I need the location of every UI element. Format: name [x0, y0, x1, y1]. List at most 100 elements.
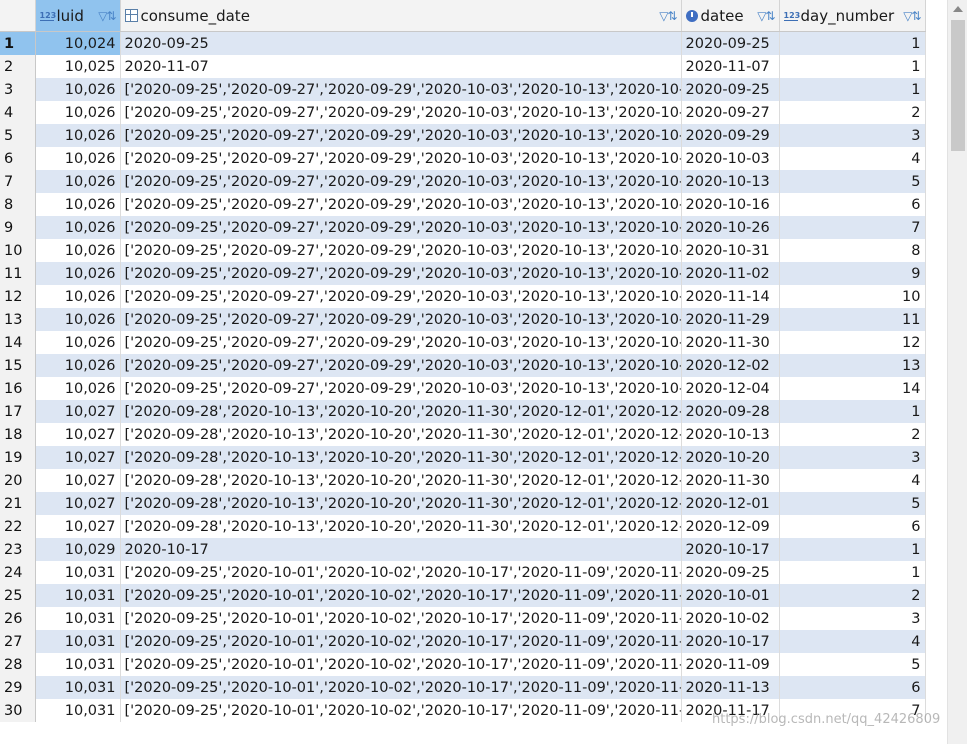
row-number[interactable]: 27 [0, 630, 36, 653]
cell-day-number[interactable]: 2 [779, 101, 926, 124]
row-number[interactable]: 5 [0, 124, 36, 147]
cell-datee[interactable]: 2020-11-14 [681, 285, 780, 308]
sort-filter-icon[interactable]: ▽⇅ [757, 9, 775, 23]
sort-filter-icon[interactable]: ▽⇅ [98, 9, 116, 23]
cell-day-number[interactable]: 6 [779, 193, 926, 216]
cell-consume-date[interactable]: 2020-10-17 [120, 538, 682, 561]
cell-datee[interactable]: 2020-10-16 [681, 193, 780, 216]
table-row[interactable]: 21 10,027 ['2020-09-28','2020-10-13','2020… [0, 492, 926, 515]
cell-consume-date[interactable]: ['2020-09-25','2020-09-27','2020-09-29',… [120, 262, 682, 285]
cell-consume-date[interactable]: ['2020-09-25','2020-09-27','2020-09-29',… [120, 193, 682, 216]
cell-luid[interactable]: 10,029 [35, 538, 121, 561]
cell-day-number[interactable]: 4 [779, 630, 926, 653]
cell-luid[interactable]: 10,026 [35, 216, 121, 239]
cell-datee[interactable]: 2020-12-02 [681, 354, 780, 377]
cell-datee[interactable]: 2020-10-17 [681, 630, 780, 653]
table-row[interactable]: 2 10,025 2020-11-07 2020-11-07 1 [0, 55, 926, 78]
cell-day-number[interactable]: 6 [779, 676, 926, 699]
cell-luid[interactable]: 10,026 [35, 239, 121, 262]
cell-luid[interactable]: 10,027 [35, 492, 121, 515]
cell-luid[interactable]: 10,027 [35, 423, 121, 446]
cell-luid[interactable]: 10,031 [35, 699, 121, 722]
column-header-datee[interactable]: datee ▽⇅ [681, 0, 780, 32]
table-row[interactable]: 24 10,031 ['2020-09-25','2020-10-01','2020… [0, 561, 926, 584]
cell-datee[interactable]: 2020-11-30 [681, 331, 780, 354]
cell-luid[interactable]: 10,026 [35, 285, 121, 308]
cell-datee[interactable]: 2020-12-09 [681, 515, 780, 538]
row-number[interactable]: 15 [0, 354, 36, 377]
row-number[interactable]: 4 [0, 101, 36, 124]
row-number[interactable]: 26 [0, 607, 36, 630]
cell-luid[interactable]: 10,031 [35, 561, 121, 584]
column-header-consume-date[interactable]: consume_date ▽⇅ [120, 0, 682, 32]
cell-consume-date[interactable]: ['2020-09-28','2020-10-13','2020-10-20',… [120, 469, 682, 492]
table-row[interactable]: 5 10,026 ['2020-09-25','2020-09-27','2020-… [0, 124, 926, 147]
column-header-luid[interactable]: 123 luid ▽⇅ [35, 0, 121, 32]
cell-datee[interactable]: 2020-09-25 [681, 31, 780, 55]
cell-consume-date[interactable]: ['2020-09-25','2020-09-27','2020-09-29',… [120, 308, 682, 331]
cell-consume-date[interactable]: ['2020-09-25','2020-09-27','2020-09-29',… [120, 239, 682, 262]
row-number[interactable]: 3 [0, 78, 36, 101]
cell-luid[interactable]: 10,031 [35, 607, 121, 630]
row-number[interactable]: 17 [0, 400, 36, 423]
cell-datee[interactable]: 2020-11-13 [681, 676, 780, 699]
row-number[interactable]: 19 [0, 446, 36, 469]
cell-day-number[interactable]: 1 [779, 561, 926, 584]
cell-datee[interactable]: 2020-10-17 [681, 538, 780, 561]
table-row[interactable]: 28 10,031 ['2020-09-25','2020-10-01','2020… [0, 653, 926, 676]
cell-day-number[interactable]: 3 [779, 607, 926, 630]
cell-luid[interactable]: 10,027 [35, 446, 121, 469]
row-number[interactable]: 8 [0, 193, 36, 216]
cell-datee[interactable]: 2020-09-25 [681, 561, 780, 584]
cell-datee[interactable]: 2020-10-13 [681, 170, 780, 193]
row-number[interactable]: 24 [0, 561, 36, 584]
cell-consume-date[interactable]: ['2020-09-28','2020-10-13','2020-10-20',… [120, 515, 682, 538]
cell-luid[interactable]: 10,027 [35, 469, 121, 492]
row-number[interactable]: 1 [0, 31, 36, 55]
cell-datee[interactable]: 2020-11-30 [681, 469, 780, 492]
row-number[interactable]: 7 [0, 170, 36, 193]
cell-luid[interactable]: 10,024 [35, 31, 121, 55]
table-row[interactable]: 20 10,027 ['2020-09-28','2020-10-13','2020… [0, 469, 926, 492]
table-row[interactable]: 7 10,026 ['2020-09-25','2020-09-27','2020-… [0, 170, 926, 193]
cell-luid[interactable]: 10,026 [35, 78, 121, 101]
table-row[interactable]: 25 10,031 ['2020-09-25','2020-10-01','2020… [0, 584, 926, 607]
scroll-up-arrow-icon[interactable] [953, 6, 963, 12]
vertical-scrollbar[interactable] [947, 0, 967, 744]
cell-luid[interactable]: 10,025 [35, 55, 121, 78]
cell-datee[interactable]: 2020-10-03 [681, 147, 780, 170]
cell-luid[interactable]: 10,026 [35, 377, 121, 400]
cell-consume-date[interactable]: ['2020-09-25','2020-10-01','2020-10-02',… [120, 653, 682, 676]
cell-luid[interactable]: 10,026 [35, 147, 121, 170]
cell-day-number[interactable]: 3 [779, 124, 926, 147]
cell-datee[interactable]: 2020-12-04 [681, 377, 780, 400]
row-number[interactable]: 29 [0, 676, 36, 699]
cell-consume-date[interactable]: 2020-11-07 [120, 55, 682, 78]
table-row[interactable]: 29 10,031 ['2020-09-25','2020-10-01','2020… [0, 676, 926, 699]
cell-day-number[interactable]: 10 [779, 285, 926, 308]
row-number-header[interactable] [0, 0, 36, 32]
table-row[interactable]: 15 10,026 ['2020-09-25','2020-09-27','2020… [0, 354, 926, 377]
cell-day-number[interactable]: 1 [779, 55, 926, 78]
sort-filter-icon[interactable]: ▽⇅ [659, 9, 677, 23]
cell-consume-date[interactable]: ['2020-09-28','2020-10-13','2020-10-20',… [120, 492, 682, 515]
cell-datee[interactable]: 2020-09-29 [681, 124, 780, 147]
cell-luid[interactable]: 10,026 [35, 308, 121, 331]
row-number[interactable]: 23 [0, 538, 36, 561]
cell-luid[interactable]: 10,031 [35, 653, 121, 676]
cell-luid[interactable]: 10,026 [35, 331, 121, 354]
cell-day-number[interactable]: 5 [779, 492, 926, 515]
cell-day-number[interactable]: 6 [779, 515, 926, 538]
cell-day-number[interactable]: 2 [779, 423, 926, 446]
cell-luid[interactable]: 10,031 [35, 676, 121, 699]
cell-consume-date[interactable]: ['2020-09-25','2020-09-27','2020-09-29',… [120, 170, 682, 193]
cell-luid[interactable]: 10,026 [35, 124, 121, 147]
cell-luid[interactable]: 10,026 [35, 193, 121, 216]
cell-consume-date[interactable]: ['2020-09-25','2020-09-27','2020-09-29',… [120, 285, 682, 308]
cell-datee[interactable]: 2020-11-07 [681, 55, 780, 78]
cell-consume-date[interactable]: ['2020-09-25','2020-09-27','2020-09-29',… [120, 331, 682, 354]
cell-day-number[interactable]: 5 [779, 653, 926, 676]
row-number[interactable]: 14 [0, 331, 36, 354]
cell-consume-date[interactable]: ['2020-09-25','2020-10-01','2020-10-02',… [120, 699, 682, 722]
cell-datee[interactable]: 2020-10-02 [681, 607, 780, 630]
